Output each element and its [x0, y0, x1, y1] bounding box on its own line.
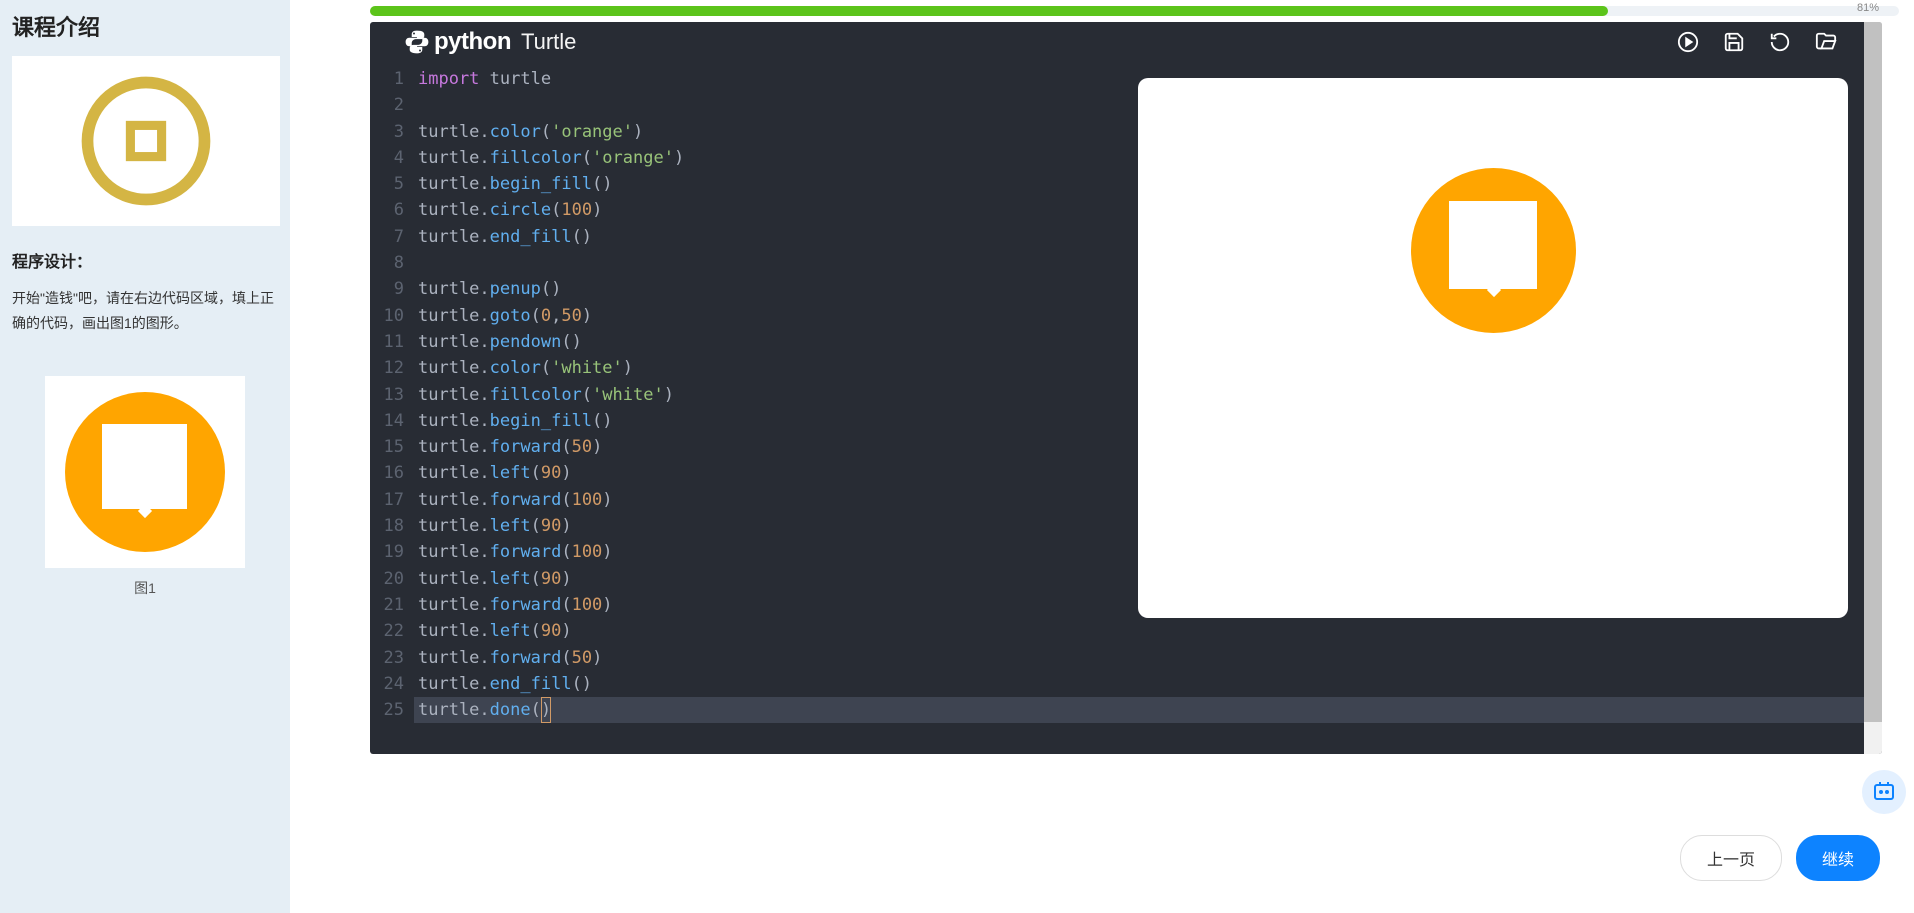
footer-buttons: 上一页 继续: [1680, 835, 1880, 881]
turtle-canvas: [1138, 78, 1848, 618]
figure-1-caption: 图1: [12, 578, 278, 598]
code-line[interactable]: turtle.left(90): [414, 618, 1882, 644]
run-icon[interactable]: [1676, 30, 1700, 54]
open-folder-icon[interactable]: [1814, 30, 1838, 54]
editor-scrollbar[interactable]: [1864, 22, 1882, 754]
python-turtle-logo: python Turtle: [404, 28, 576, 56]
editor-header: python Turtle: [370, 22, 1882, 62]
help-float-button[interactable]: [1862, 770, 1906, 814]
thumbnail-coin: [12, 56, 280, 226]
figure-1-image: [45, 376, 245, 568]
reset-icon[interactable]: [1768, 30, 1792, 54]
progress-fill: [370, 6, 1608, 16]
python-icon: [404, 29, 430, 55]
progress-bar: 81%: [370, 6, 1899, 16]
main-area: 81% python Turtle: [290, 0, 1914, 913]
course-intro-title: 课程介绍: [12, 10, 278, 42]
section-label: 程序设计：: [12, 248, 278, 272]
prev-button[interactable]: 上一页: [1680, 835, 1782, 881]
next-button[interactable]: 继续: [1796, 835, 1880, 881]
help-icon: [1872, 780, 1896, 804]
progress-percent-label: 81%: [1857, 2, 1879, 14]
brand-subtitle: Turtle: [521, 29, 576, 55]
sidebar: 课程介绍 程序设计： 开始"造钱"吧，请在右边代码区域，填上正确的代码，画出图1…: [0, 0, 290, 913]
code-line[interactable]: turtle.end_fill(): [414, 671, 1882, 697]
editor-frame: python Turtle 1234567891011121314151617: [370, 22, 1882, 754]
code-line[interactable]: turtle.forward(50): [414, 645, 1882, 671]
coin-icon: [81, 76, 211, 206]
save-icon[interactable]: [1722, 30, 1746, 54]
line-gutter: 1234567891011121314151617181920212223242…: [370, 66, 414, 723]
brand-text: python: [434, 28, 511, 56]
instructions-text: 开始"造钱"吧，请在右边代码区域，填上正确的代码，画出图1的图形。: [12, 286, 278, 336]
code-line[interactable]: turtle.done(): [414, 697, 1882, 723]
